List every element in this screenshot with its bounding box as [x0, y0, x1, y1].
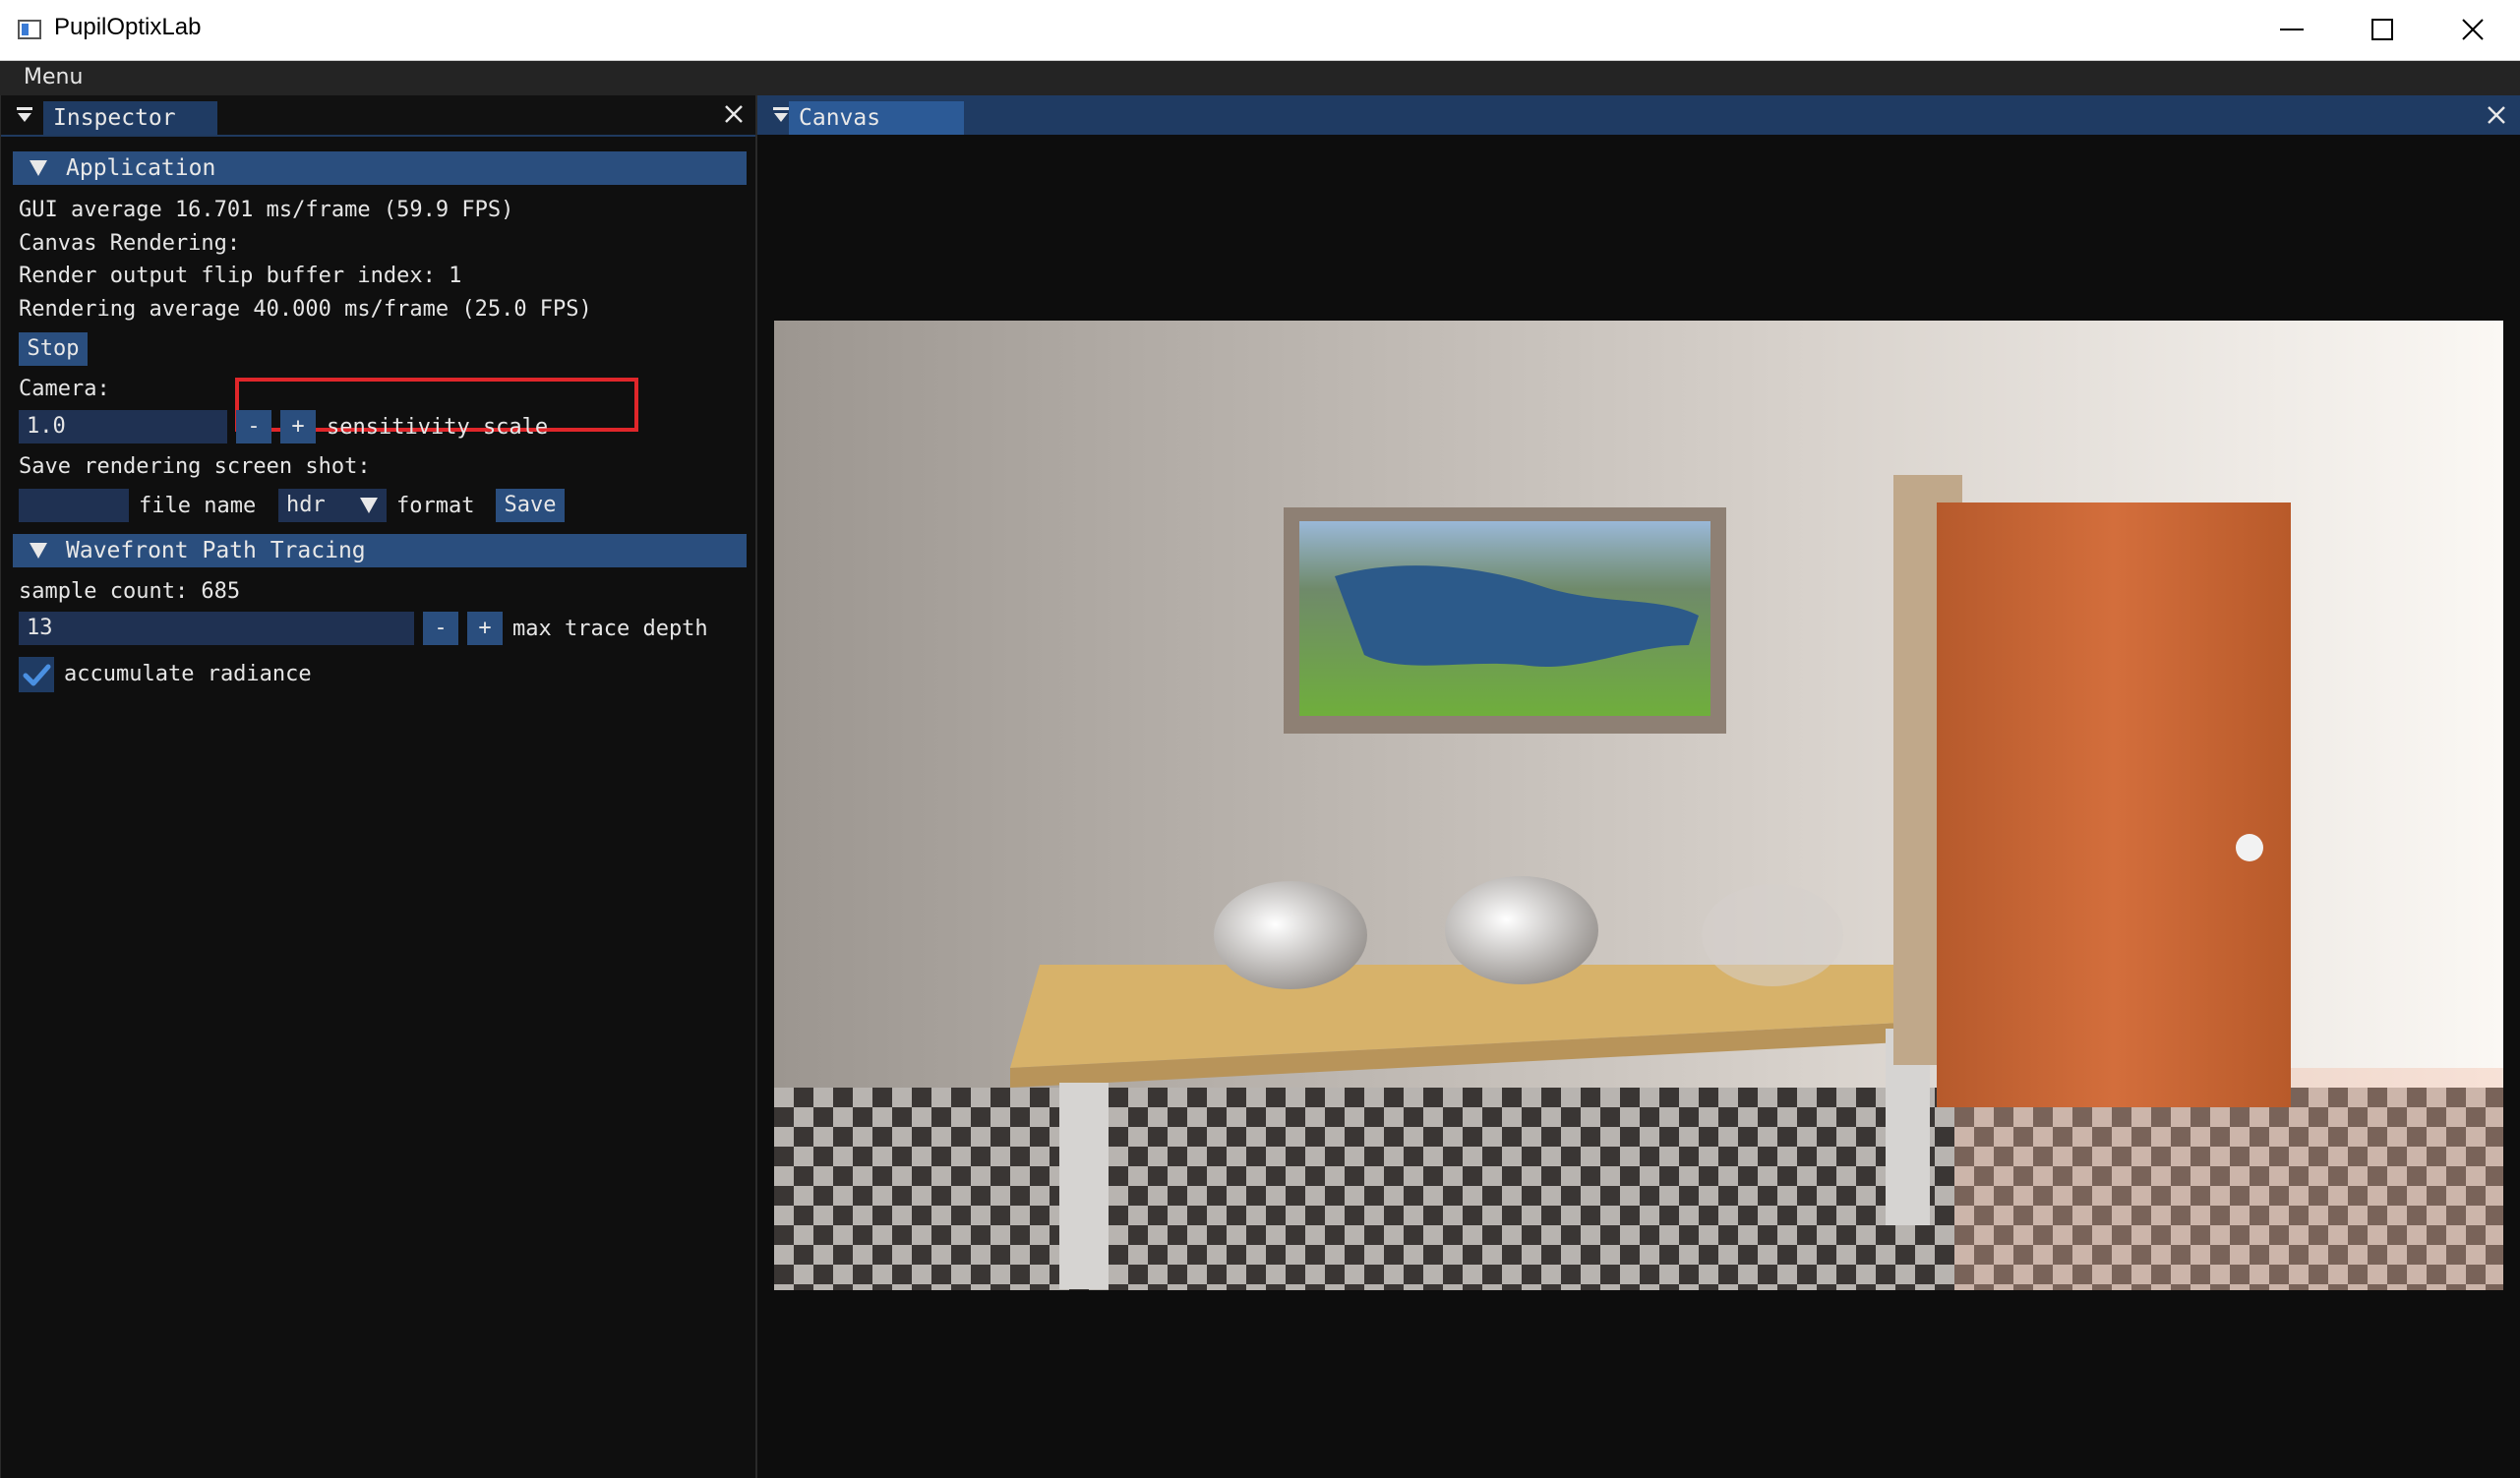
format-label: format — [396, 494, 475, 518]
canvas-tab-bar: Canvas — [757, 95, 2520, 135]
section-title: Application — [66, 155, 216, 181]
checkmark-icon — [23, 664, 51, 686]
increment-button[interactable]: + — [467, 612, 503, 645]
increment-button[interactable]: + — [280, 410, 316, 443]
flip-buffer-text: Render output flip buffer index: 1 — [19, 264, 462, 288]
accumulate-radiance-label: accumulate radiance — [64, 662, 312, 686]
tab-inspector[interactable]: Inspector — [43, 101, 217, 135]
minimize-icon — [2280, 29, 2304, 30]
application-section-header[interactable]: Application — [13, 151, 747, 185]
window-title-bar: PupilOptixLab — [0, 0, 2520, 61]
decrement-button[interactable]: - — [236, 410, 271, 443]
close-icon[interactable] — [723, 103, 745, 125]
teapots — [1214, 876, 1843, 989]
minimize-button[interactable] — [2247, 0, 2337, 60]
window-menu-icon[interactable] — [771, 105, 791, 125]
menu-item-menu[interactable]: Menu — [24, 65, 83, 89]
close-icon — [2462, 19, 2484, 40]
rendering-average-text: Rendering average 40.000 ms/frame (25.0 … — [19, 297, 592, 322]
screenshot-label: Save rendering screen shot: — [19, 454, 371, 479]
picture-frame — [1284, 507, 1726, 734]
close-icon[interactable] — [2487, 105, 2506, 125]
inspector-tab-bar: Inspector — [1, 95, 755, 137]
wavefront-section-header[interactable]: Wavefront Path Tracing — [13, 534, 747, 567]
maximize-icon — [2371, 19, 2393, 40]
sample-count-text: sample count: 685 — [19, 579, 241, 604]
accumulate-radiance-checkbox[interactable] — [19, 657, 54, 692]
collapse-triangle-icon — [30, 543, 47, 559]
save-button[interactable]: Save — [496, 489, 565, 522]
stop-button[interactable]: Stop — [19, 332, 88, 366]
rendered-scene-image[interactable] — [774, 321, 2503, 1290]
close-window-button[interactable] — [2428, 0, 2518, 60]
sensitivity-label: sensitivity scale — [327, 415, 549, 440]
collapse-triangle-icon — [30, 160, 47, 176]
format-value: hdr — [286, 493, 326, 517]
format-select[interactable]: hdr — [278, 489, 387, 522]
camera-label: Camera: — [19, 377, 110, 401]
canvas-rendering-label: Canvas Rendering: — [19, 231, 241, 256]
window-menu-icon[interactable] — [15, 105, 34, 125]
canvas-panel: Canvas — [757, 95, 2520, 1478]
chevron-down-icon — [360, 498, 378, 513]
maximize-button[interactable] — [2337, 0, 2428, 60]
file-name-label: file name — [139, 494, 257, 518]
door — [1893, 475, 2291, 1107]
max-trace-depth-input[interactable]: 13 — [19, 612, 414, 645]
max-trace-depth-label: max trace depth — [512, 617, 708, 641]
tab-canvas[interactable]: Canvas — [789, 101, 964, 135]
app-icon — [18, 20, 41, 39]
file-name-input[interactable] — [19, 489, 129, 522]
camera-sensitivity-input[interactable]: 1.0 — [19, 410, 227, 443]
menu-bar: Menu — [0, 61, 2520, 96]
decrement-button[interactable]: - — [423, 612, 458, 645]
window-title: PupilOptixLab — [54, 14, 202, 40]
inspector-panel: Inspector Application GUI average 16.701… — [0, 95, 758, 1478]
gui-average-text: GUI average 16.701 ms/frame (59.9 FPS) — [19, 198, 514, 222]
section-title: Wavefront Path Tracing — [66, 538, 366, 563]
